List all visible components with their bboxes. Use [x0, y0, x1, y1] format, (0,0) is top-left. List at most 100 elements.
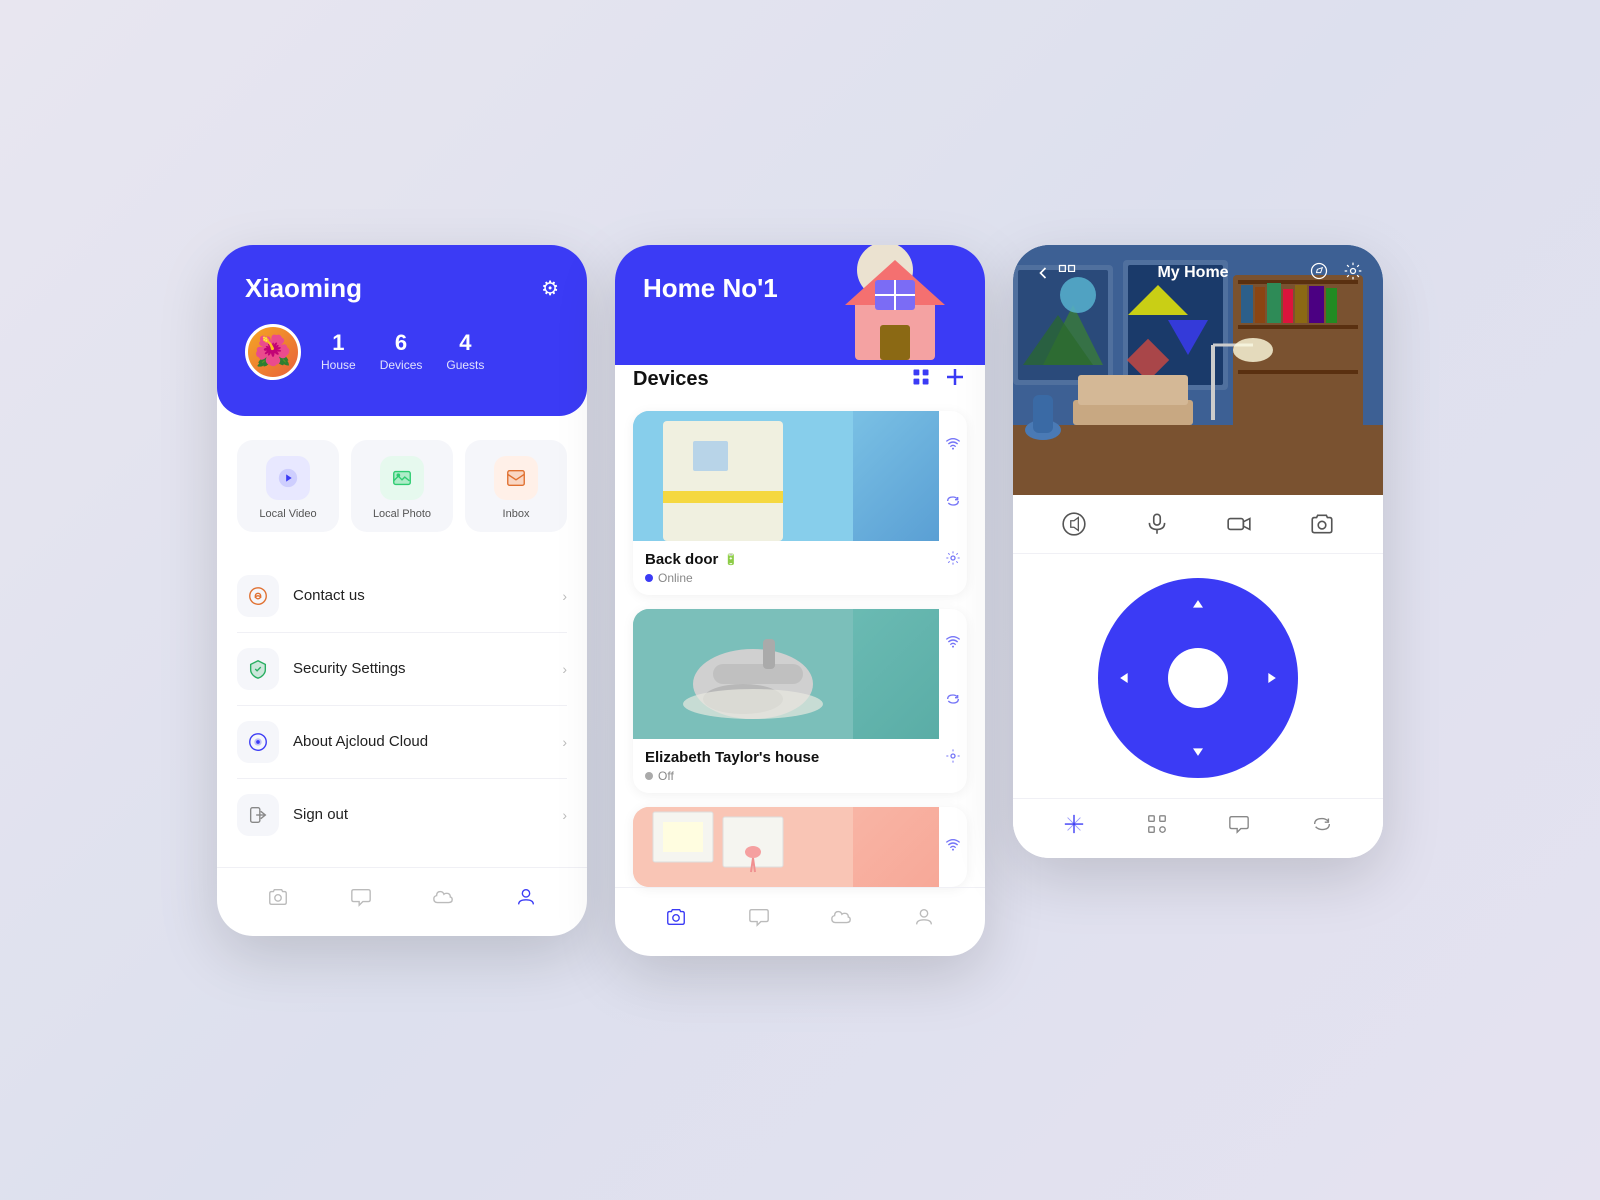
inbox-button[interactable]: Inbox: [465, 440, 567, 532]
elizabeth-status-text: Off: [658, 769, 674, 783]
screens-container: Xiaoming ⚙ 🌺 1 House 6 Devices: [177, 205, 1423, 996]
device-backdoor-content: Back door 🔋 Online: [633, 411, 939, 595]
camera-controls: [1013, 495, 1383, 554]
s2-footer-cloud-icon[interactable]: [822, 902, 860, 938]
video-control[interactable]: [1226, 511, 1252, 537]
devices-stat: 6 Devices: [380, 330, 423, 374]
screen1-footer: [217, 867, 587, 936]
security-settings-label: Security Settings: [293, 660, 548, 677]
sign-out-item[interactable]: Sign out ›: [237, 779, 567, 851]
menu-list: Contact us › Security Settings › About A…: [237, 560, 567, 851]
screen3-body: [1013, 495, 1383, 858]
s2-footer-camera-icon[interactable]: [657, 902, 695, 938]
avatar: 🌺: [245, 324, 301, 380]
device-backdoor-name: Back door 🔋: [645, 551, 738, 568]
device-elizabeth-info: Elizabeth Taylor's house Off: [633, 739, 939, 793]
contact-us-item[interactable]: Contact us ›: [237, 560, 567, 633]
edit-icon[interactable]: [1309, 261, 1329, 286]
wifi-icon-2[interactable]: [945, 634, 961, 653]
security-settings-icon: [237, 648, 279, 690]
device-elizabeth-status: Off: [645, 769, 819, 783]
about-ajcloud-icon: [237, 721, 279, 763]
local-photo-button[interactable]: Local Photo: [351, 440, 453, 532]
refresh-icon-2[interactable]: [945, 691, 961, 710]
device-card-room[interactable]: [633, 807, 967, 887]
dpad-container: [1013, 554, 1383, 798]
guests-count: 4: [446, 330, 484, 356]
footer-cloud-icon[interactable]: [424, 882, 462, 918]
s3-footer-move-icon[interactable]: [1063, 813, 1085, 840]
s3-footer-scan-icon[interactable]: [1146, 813, 1168, 840]
s2-footer-chat-icon[interactable]: [740, 902, 778, 938]
device-room-content: [633, 807, 939, 887]
backdoor-status-text: Online: [658, 571, 693, 585]
screen3-phone: My Home: [1013, 245, 1383, 858]
sign-out-chevron: ›: [562, 807, 567, 823]
local-photo-label: Local Photo: [373, 508, 431, 520]
device-elizabeth-name: Elizabeth Taylor's house: [645, 749, 819, 766]
devices-title: Devices: [633, 368, 709, 391]
device-backdoor-image: [633, 411, 939, 541]
house-count: 1: [321, 330, 356, 356]
profile-row: 🌺 1 House 6 Devices 4 Guests: [245, 324, 559, 380]
s3-footer-refresh-icon[interactable]: [1311, 813, 1333, 840]
footer-profile-icon[interactable]: [507, 882, 545, 918]
wifi-icon[interactable]: [945, 436, 961, 455]
dpad-left-button[interactable]: [1116, 668, 1136, 688]
add-device-icon[interactable]: [943, 365, 967, 395]
sign-out-label: Sign out: [293, 806, 548, 823]
device-card-elizabeth[interactable]: Elizabeth Taylor's house Off: [633, 609, 967, 793]
photo-capture-control[interactable]: [1309, 511, 1335, 537]
house-stat: 1 House: [321, 330, 356, 374]
house-label: House: [321, 358, 356, 372]
refresh-icon[interactable]: [945, 493, 961, 512]
back-button[interactable]: [1033, 263, 1077, 283]
about-ajcloud-item[interactable]: About Ajcloud Cloud ›: [237, 706, 567, 779]
screen1-phone: Xiaoming ⚙ 🌺 1 House 6 Devices: [217, 245, 587, 936]
device-room-image: [633, 807, 939, 887]
device-room-side-icons: [939, 807, 967, 887]
wifi-icon-3[interactable]: [945, 837, 961, 856]
dpad-up-button[interactable]: [1188, 596, 1208, 616]
settings-icon[interactable]: [1343, 261, 1363, 286]
settings-small-icon-2[interactable]: [945, 748, 961, 767]
sign-out-icon: [237, 794, 279, 836]
elizabeth-status-dot: [645, 772, 653, 780]
directional-pad: [1098, 578, 1298, 778]
about-ajcloud-label: About Ajcloud Cloud: [293, 733, 548, 750]
footer-camera-icon[interactable]: [259, 882, 297, 918]
device-elizabeth-side-icons: [939, 609, 967, 793]
dpad-right-button[interactable]: [1260, 668, 1280, 688]
screen3-header-icons: [1309, 261, 1363, 286]
screen2-phone: Home No'1: [615, 245, 985, 956]
device-elizabeth-image: [633, 609, 939, 739]
device-card-backdoor[interactable]: Back door 🔋 Online: [633, 411, 967, 595]
screen3-header-bar: My Home: [1013, 245, 1383, 302]
mic-control[interactable]: [1144, 511, 1170, 537]
screen1-body: Local Video Local Photo Inbox: [217, 416, 587, 867]
security-settings-item[interactable]: Security Settings ›: [237, 633, 567, 706]
grid-view-icon[interactable]: [911, 367, 931, 393]
speaker-control[interactable]: [1061, 511, 1087, 537]
contact-us-icon: [237, 575, 279, 617]
footer-chat-icon[interactable]: [342, 882, 380, 918]
s3-footer-chat-icon[interactable]: [1228, 813, 1250, 840]
settings-small-icon[interactable]: [945, 550, 961, 569]
security-settings-chevron: ›: [562, 661, 567, 677]
dpad-center-button[interactable]: [1168, 648, 1228, 708]
screen3-title: My Home: [1157, 264, 1228, 282]
screen2-header: Home No'1: [615, 245, 985, 365]
local-video-button[interactable]: Local Video: [237, 440, 339, 532]
device-backdoor-info: Back door 🔋 Online: [633, 541, 939, 595]
screen1-username: Xiaoming: [245, 273, 362, 304]
screen3-header: My Home: [1013, 245, 1383, 495]
contact-us-chevron: ›: [562, 588, 567, 604]
inbox-icon: [494, 456, 538, 500]
device-elizabeth-content: Elizabeth Taylor's house Off: [633, 609, 939, 793]
screen2-footer: [615, 887, 985, 956]
gear-icon[interactable]: ⚙: [541, 276, 559, 301]
about-ajcloud-chevron: ›: [562, 734, 567, 750]
s2-footer-profile-icon[interactable]: [905, 902, 943, 938]
dpad-down-button[interactable]: [1188, 740, 1208, 760]
stats-row: 1 House 6 Devices 4 Guests: [321, 330, 484, 374]
